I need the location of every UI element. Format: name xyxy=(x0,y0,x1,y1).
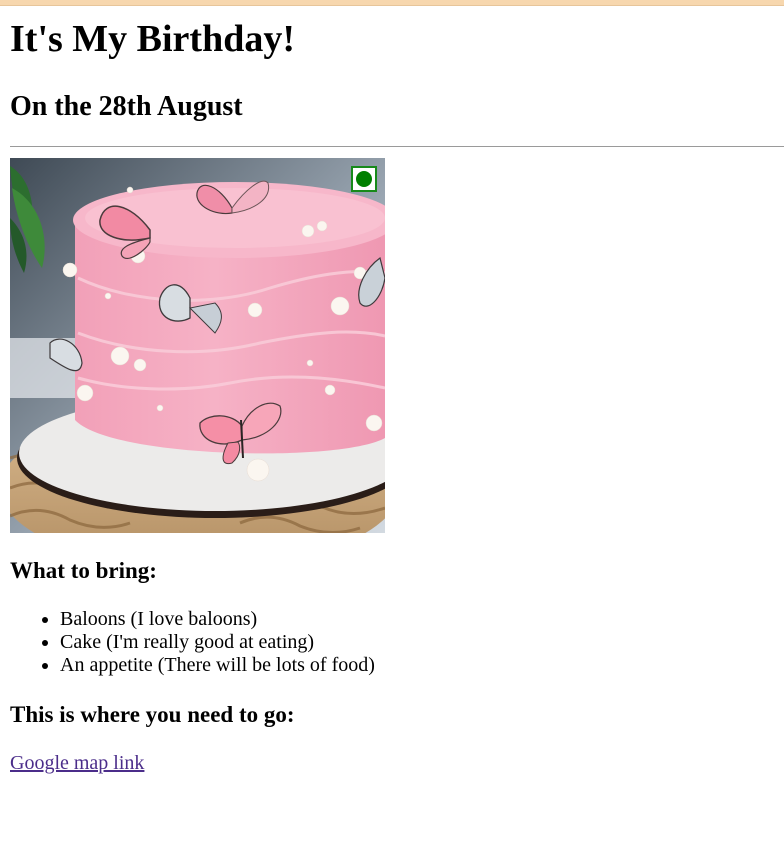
bring-heading: What to bring: xyxy=(10,558,157,583)
bring-list: Baloons (I love baloons) Cake (I'm reall… xyxy=(10,608,784,677)
cake-illustration xyxy=(10,158,385,533)
veg-mark-icon xyxy=(351,166,377,192)
veg-dot xyxy=(356,171,372,187)
divider xyxy=(10,146,784,147)
birthday-page: It's My Birthday! On the 28th August Wha… xyxy=(10,17,784,775)
list-item: An appetite (There will be lots of food) xyxy=(60,654,784,677)
location-heading: This is where you need to go: xyxy=(10,702,295,727)
list-item: Baloons (I love baloons) xyxy=(60,608,784,631)
date-heading: On the 28th August xyxy=(10,91,243,122)
cake-image xyxy=(10,158,385,533)
list-item: Cake (I'm really good at eating) xyxy=(60,631,784,654)
google-map-link[interactable]: Google map link xyxy=(10,751,144,775)
browser-top-strip xyxy=(0,0,784,6)
page-title: It's My Birthday! xyxy=(10,18,295,60)
